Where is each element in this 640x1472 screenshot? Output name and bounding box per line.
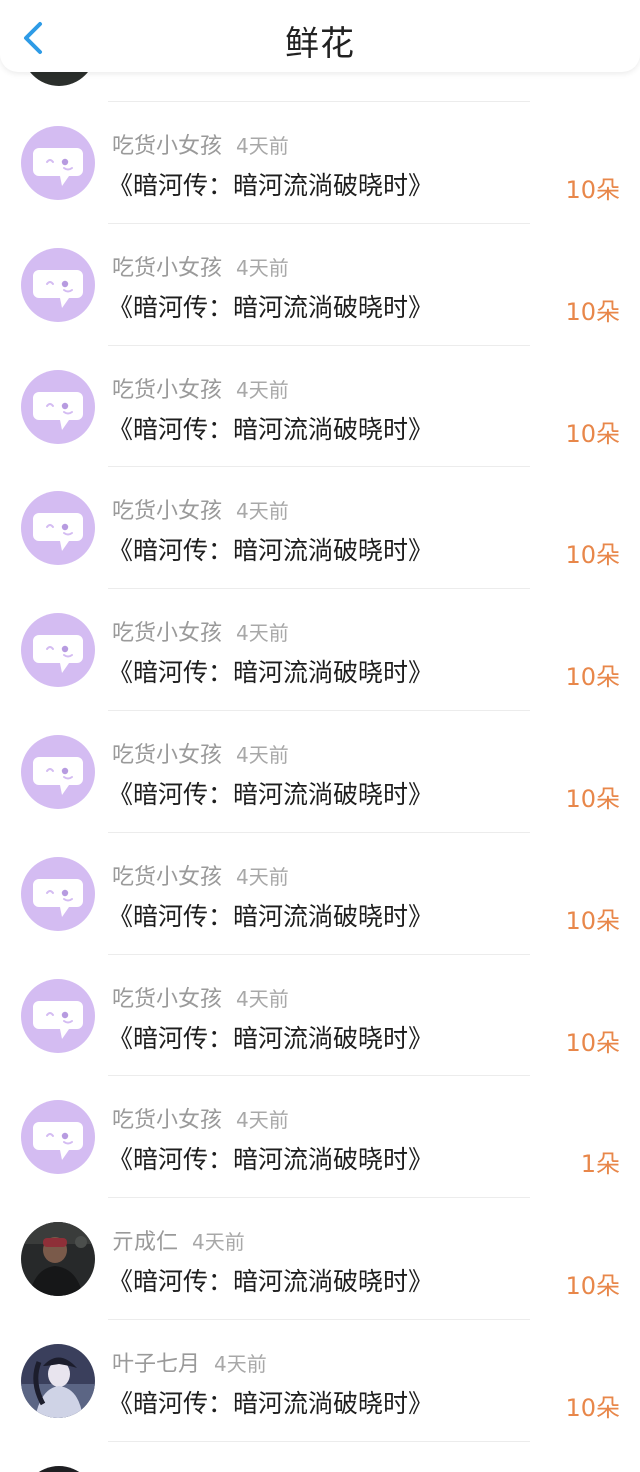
flower-count: 10朵 bbox=[565, 906, 620, 935]
user-name[interactable]: 吃货小女孩 bbox=[112, 378, 222, 403]
timestamp: 4天前 bbox=[236, 499, 289, 524]
item-meta: 吃货小女孩 4天前 bbox=[112, 859, 289, 890]
top-nav-bar: 鲜花 bbox=[0, 0, 640, 72]
avatar[interactable] bbox=[21, 856, 95, 931]
list-item[interactable]: 吃货小女孩 4天前 《暗河传：暗河流淌破晓时》 1朵 bbox=[0, 1076, 640, 1199]
flower-count: 10朵 bbox=[565, 541, 620, 570]
list-item[interactable]: 亓成仁 4天前 《暗河传：暗河流淌破晓时》 10朵 bbox=[0, 1198, 640, 1320]
list-item[interactable]: 叶子七月 4天前 《暗河传：暗河流淌破晓时》 10朵 bbox=[0, 1320, 640, 1442]
user-name[interactable]: 亓成仁 bbox=[112, 1230, 178, 1255]
timestamp: 4天前 bbox=[236, 255, 289, 280]
list-item[interactable]: 吃货小女孩 4天前 《暗河传：暗河流淌破晓时》 10朵 bbox=[0, 467, 640, 590]
user-name[interactable]: 吃货小女孩 bbox=[112, 743, 222, 768]
item-meta: 吃货小女孩 4天前 bbox=[112, 615, 289, 646]
user-name[interactable]: 叶子七月 bbox=[112, 1352, 200, 1377]
avatar[interactable] bbox=[21, 369, 95, 444]
user-name[interactable]: 吃货小女孩 bbox=[112, 865, 222, 890]
item-meta: 吃货小女孩 4天前 bbox=[112, 250, 289, 281]
book-title[interactable]: 《暗河传：暗河流淌破晓时》 bbox=[108, 1384, 433, 1420]
flower-count: 10朵 bbox=[565, 297, 620, 326]
avatar[interactable] bbox=[21, 491, 95, 566]
item-meta: 吃货小女孩 4天前 bbox=[112, 128, 289, 159]
timestamp: 4天前 bbox=[236, 986, 289, 1011]
avatar[interactable] bbox=[21, 1222, 95, 1297]
timestamp: 4天前 bbox=[214, 1351, 267, 1376]
user-name[interactable]: 吃货小女孩 bbox=[112, 987, 222, 1012]
user-name[interactable]: 吃货小女孩 bbox=[112, 256, 222, 281]
book-title[interactable]: 《暗河传：暗河流淌破晓时》 bbox=[108, 166, 433, 202]
item-meta: 叶子七月 4天前 bbox=[112, 1346, 267, 1377]
list-item[interactable]: 吃货小女孩 4天前 《暗河传：暗河流淌破晓时》 10朵 bbox=[0, 833, 640, 955]
book-title[interactable]: 《暗河传：暗河流淌破晓时》 bbox=[108, 531, 433, 567]
user-name[interactable]: 吃货小女孩 bbox=[112, 499, 222, 524]
timestamp: 4天前 bbox=[236, 377, 289, 402]
timestamp: 4天前 bbox=[236, 134, 289, 158]
book-title[interactable]: 《暗河传：暗河流淌破晓时》 bbox=[108, 410, 433, 446]
timestamp: 4天前 bbox=[236, 864, 289, 889]
item-meta: 亓成仁 4天前 bbox=[112, 1224, 245, 1255]
flower-count: 10朵 bbox=[565, 176, 620, 204]
avatar[interactable] bbox=[21, 734, 95, 809]
book-title[interactable]: 《暗河传：暗河流淌破晓时》 bbox=[108, 1019, 433, 1055]
list-item[interactable]: 吃货小女孩 4天前 《暗河传：暗河流淌破晓时》 10朵 bbox=[0, 589, 640, 711]
timestamp: 4天前 bbox=[192, 1230, 245, 1255]
avatar bbox=[22, 1466, 96, 1472]
list-item[interactable]: 吃货小女孩 4天前 《暗河传：暗河流淌破晓时》 10朵 bbox=[0, 224, 640, 346]
flower-count: 10朵 bbox=[565, 419, 620, 448]
avatar[interactable] bbox=[21, 978, 95, 1053]
list-item[interactable]: 吃货小女孩 4天前 《暗河传：暗河流淌破晓时》 10朵 bbox=[0, 711, 640, 833]
avatar bbox=[22, 72, 96, 86]
book-title[interactable]: 《暗河传：暗河流淌破晓时》 bbox=[108, 1262, 433, 1298]
book-title[interactable]: 《暗河传：暗河流淌破晓时》 bbox=[108, 775, 433, 811]
partial-list-item-bottom bbox=[0, 1462, 640, 1472]
flower-count: 10朵 bbox=[565, 663, 620, 692]
item-meta: 吃货小女孩 4天前 bbox=[112, 981, 289, 1012]
timestamp: 4天前 bbox=[236, 621, 289, 646]
book-title[interactable]: 《暗河传：暗河流淌破晓时》 bbox=[108, 288, 433, 324]
avatar[interactable] bbox=[21, 613, 95, 688]
partial-list-item-top bbox=[0, 72, 640, 102]
avatar[interactable] bbox=[21, 1343, 95, 1418]
book-title[interactable]: 《暗河传：暗河流淌破晓时》 bbox=[108, 1140, 433, 1176]
book-title[interactable]: 《暗河传：暗河流淌破晓时》 bbox=[108, 653, 433, 689]
flower-list: 吃货小女孩 4天前 《暗河传：暗河流淌破晓时》 10朵 吃货小女孩 4天前 《暗河传… bbox=[0, 102, 640, 1442]
timestamp: 4天前 bbox=[236, 742, 289, 767]
flower-count: 10朵 bbox=[565, 1272, 620, 1301]
flower-count: 1朵 bbox=[580, 1150, 620, 1179]
list-item[interactable]: 吃货小女孩 4天前 《暗河传：暗河流淌破晓时》 10朵 bbox=[0, 346, 640, 468]
user-name[interactable]: 吃货小女孩 bbox=[112, 1108, 222, 1133]
avatar[interactable] bbox=[21, 247, 95, 322]
book-title[interactable]: 《暗河传：暗河流淌破晓时》 bbox=[108, 897, 433, 933]
item-meta: 吃货小女孩 4天前 bbox=[112, 1102, 289, 1133]
avatar[interactable] bbox=[21, 1100, 95, 1175]
item-meta: 吃货小女孩 4天前 bbox=[112, 737, 289, 768]
page-title: 鲜花 bbox=[285, 24, 355, 64]
user-name[interactable]: 吃货小女孩 bbox=[112, 621, 222, 646]
list-item[interactable]: 吃货小女孩 4天前 《暗河传：暗河流淌破晓时》 10朵 bbox=[0, 102, 640, 224]
item-meta: 吃货小女孩 4天前 bbox=[112, 493, 289, 524]
avatar[interactable] bbox=[21, 126, 95, 200]
divider bbox=[108, 1440, 530, 1442]
flower-count: 10朵 bbox=[565, 784, 620, 813]
item-meta: 吃货小女孩 4天前 bbox=[112, 372, 289, 403]
user-name[interactable]: 吃货小女孩 bbox=[112, 134, 222, 159]
list-item[interactable]: 吃货小女孩 4天前 《暗河传：暗河流淌破晓时》 10朵 bbox=[0, 955, 640, 1077]
timestamp: 4天前 bbox=[236, 1108, 289, 1133]
flower-count: 10朵 bbox=[565, 1393, 620, 1422]
flower-count: 10朵 bbox=[565, 1028, 620, 1057]
